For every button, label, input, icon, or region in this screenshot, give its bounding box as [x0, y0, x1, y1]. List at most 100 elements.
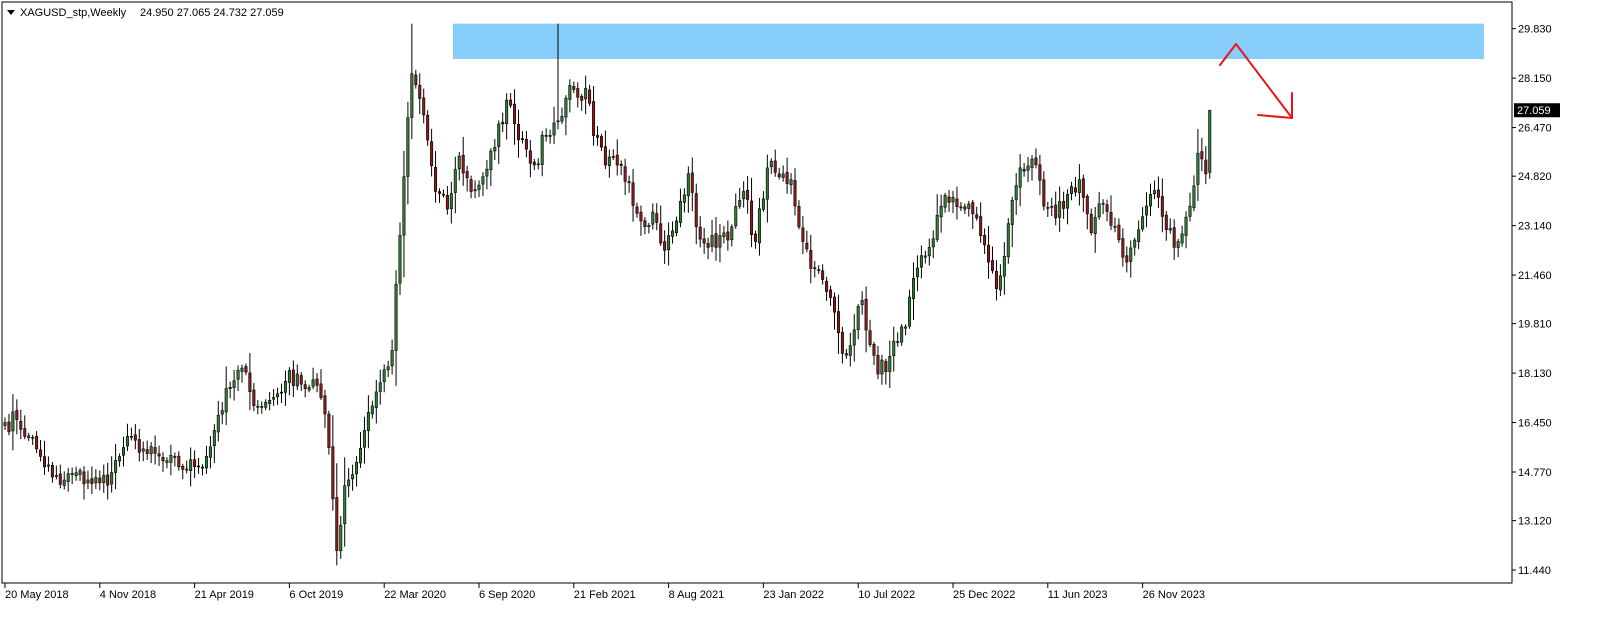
x-tick-label: 20 May 2018	[5, 589, 69, 601]
candle-body-bear	[331, 446, 335, 500]
candle-body-bear	[588, 89, 592, 104]
candle-body-bear	[611, 156, 615, 158]
candle-body-bull	[1145, 205, 1149, 216]
candle-body-bull	[86, 479, 90, 484]
candle-body-bear	[971, 202, 975, 215]
chart-root: 29.830 28.150 26.470 24.820 23.140 21.460 19.8…	[0, 0, 1604, 621]
candle-body-bear	[335, 497, 339, 551]
candle-body-bull	[477, 184, 481, 190]
candle-body-bear	[19, 420, 23, 430]
candle-body-bear	[990, 260, 994, 271]
candle-body-bull	[54, 475, 58, 477]
candle-body-bear	[1042, 179, 1046, 207]
candle-body-bear	[197, 465, 201, 468]
candle-body-bear	[896, 341, 900, 343]
candle-body-bull	[62, 479, 66, 486]
candle-body-bull	[536, 163, 540, 166]
candle-body-bear	[983, 235, 987, 246]
candle-body-bull	[789, 179, 793, 186]
candle-body-bull	[220, 410, 224, 415]
candle-body-bear	[840, 331, 844, 354]
candle-body-bull	[1184, 216, 1188, 236]
candle-body-bull	[939, 205, 943, 218]
candle-body-bear	[821, 270, 825, 280]
candle-body-bear	[694, 193, 698, 228]
candle-body-bear	[615, 154, 619, 166]
candle-body-bull	[848, 345, 852, 356]
chart-header: XAGUSD_stp,Weekly 24.950 27.065 24.732 2…	[7, 7, 284, 19]
candle-body-bull	[1176, 241, 1180, 248]
candle-body-bear	[291, 369, 295, 386]
price-chart[interactable]: 29.830 28.150 26.470 24.820 23.140 21.460 19.8…	[0, 0, 1604, 621]
candle-body-bull	[904, 326, 908, 329]
candle-body-bull	[1188, 205, 1192, 217]
candle-body-bull	[908, 296, 912, 327]
candle-body-bull	[94, 477, 98, 484]
chart-background	[0, 0, 1604, 621]
candle-body-bull	[520, 138, 524, 140]
candle-body-bull	[560, 116, 564, 122]
candle-body-bull	[1208, 109, 1212, 173]
candle-body-bull	[351, 474, 355, 480]
candle-body-bear	[434, 166, 438, 192]
candle-body-bull	[283, 381, 287, 393]
candle-body-bull	[1014, 185, 1018, 200]
candle-body-bull	[1018, 167, 1022, 188]
candle-body-bear	[418, 84, 422, 99]
candle-body-bull	[410, 73, 414, 118]
candle-body-bear	[631, 182, 635, 206]
y-tick-label: 13.120	[1518, 516, 1552, 528]
candle-body-bear	[1121, 238, 1125, 258]
candle-body-bull	[74, 472, 78, 476]
candle-body-bear	[979, 216, 983, 237]
candle-body-bull	[169, 454, 173, 463]
x-tick-label: 23 Jan 2022	[763, 589, 824, 601]
candle-body-bull	[1093, 216, 1097, 234]
candle-body-bear	[445, 194, 449, 210]
candle-body-bull	[667, 235, 671, 251]
candle-body-bear	[1204, 159, 1208, 175]
candle-body-bull	[287, 370, 291, 383]
candle	[1208, 109, 1212, 179]
candle-body-bear	[702, 238, 706, 244]
candle-body-bull	[564, 97, 568, 118]
candle-body-bear	[773, 160, 777, 173]
candle-body-bear	[70, 473, 74, 475]
candle-body-bull	[647, 224, 651, 227]
candle-body-bull	[1152, 190, 1156, 195]
candle-body-bull	[489, 150, 493, 171]
candle-body-bear	[959, 206, 963, 209]
candle-body-bear	[1113, 226, 1117, 228]
candle-body-bear	[829, 289, 833, 298]
candle-body-bull	[402, 176, 406, 236]
candle-body-bull	[1070, 186, 1074, 194]
y-tick-label: 16.450	[1518, 418, 1552, 430]
candle-body-bear	[544, 135, 548, 137]
candle-body-bear	[15, 410, 19, 420]
candle-body-bear	[82, 471, 86, 485]
candle-body-bull	[114, 460, 118, 473]
y-tick-label: 19.810	[1518, 319, 1552, 331]
candle-body-bull	[900, 326, 904, 343]
candle-body-bull	[497, 123, 501, 147]
candle-body-bull	[382, 369, 386, 383]
candle-body-bull	[118, 456, 122, 462]
candle-body-bear	[793, 180, 797, 207]
candle-body-bull	[710, 235, 714, 247]
candle-body-bear	[785, 172, 789, 184]
candle-body-bear	[1164, 214, 1168, 231]
candle-body-bear	[50, 464, 54, 478]
candle-body-bear	[465, 171, 469, 179]
candle-body-bear	[975, 214, 979, 219]
candle-body-bear	[1034, 157, 1038, 166]
candle-body-bull	[276, 393, 280, 398]
candle-body-bear	[279, 391, 283, 394]
candle-body-bull	[110, 472, 114, 485]
y-tick-label: 18.130	[1518, 368, 1552, 380]
candle-body-bear	[137, 439, 141, 453]
x-tick-label: 6 Sep 2020	[479, 589, 535, 601]
candle-body-bull	[678, 201, 682, 223]
candle-body-bull	[1168, 228, 1172, 231]
candle-body-bull	[856, 306, 860, 330]
candle-body-bear	[426, 114, 430, 141]
